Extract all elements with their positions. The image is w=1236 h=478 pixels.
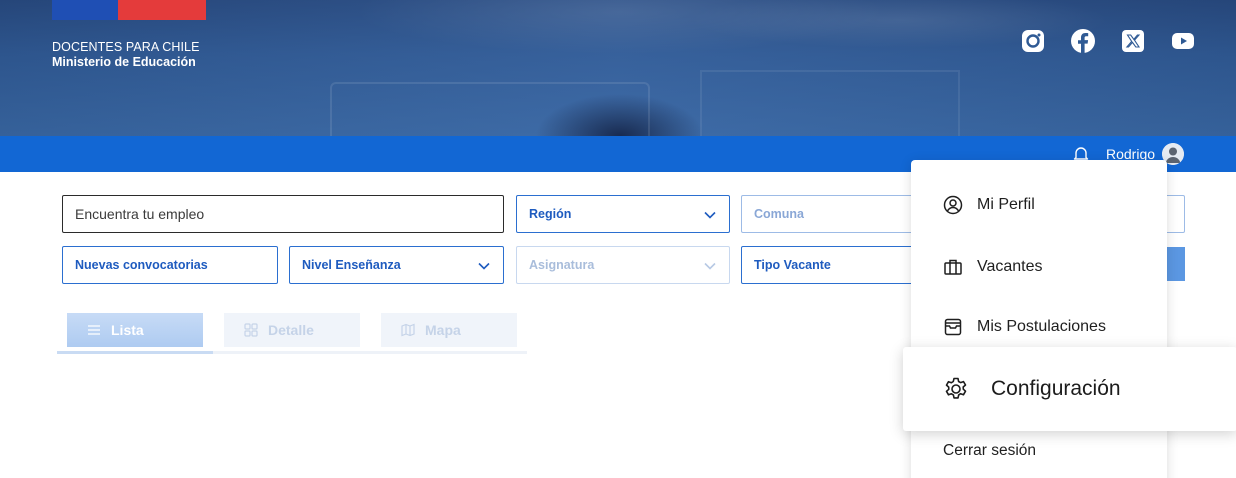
search-input[interactable]: Encuentra tu empleo — [62, 195, 504, 233]
map-icon — [401, 323, 415, 337]
nivel-ensenanza-select[interactable]: Nivel Enseñanza — [289, 246, 504, 284]
region-select[interactable]: Región — [516, 195, 730, 233]
menu-item-mi-perfil[interactable]: Mi Perfil — [911, 190, 1167, 220]
menu-item-configuracion[interactable]: Configuración — [903, 347, 1236, 431]
brand-line1: DOCENTES PARA CHILE — [52, 40, 200, 54]
menu-item-label: Cerrar sesión — [943, 442, 1037, 459]
menu-item-label: Mis Postulaciones — [977, 318, 1106, 335]
nuevas-convocatorias-button[interactable]: Nuevas convocatorias — [62, 246, 278, 284]
tab-lista-label: Lista — [111, 322, 144, 338]
user-circle-icon — [943, 195, 963, 215]
tab-mapa[interactable]: Mapa — [381, 313, 517, 347]
x-icon[interactable] — [1120, 28, 1146, 54]
chevron-down-icon — [478, 262, 490, 270]
facebook-icon[interactable] — [1070, 28, 1096, 54]
nivel-ensenanza-label: Nivel Enseñanza — [302, 258, 401, 272]
tab-detalle[interactable]: Detalle — [224, 313, 360, 347]
nuevas-convocatorias-label: Nuevas convocatorias — [75, 258, 208, 272]
chevron-down-icon — [704, 262, 716, 270]
search-placeholder: Encuentra tu empleo — [75, 206, 205, 222]
menu-item-label: Configuración — [991, 377, 1121, 400]
tipo-vacante-label: Tipo Vacante — [754, 258, 831, 272]
briefcase-icon — [944, 259, 962, 275]
brand-line2: Ministerio de Educación — [52, 55, 196, 69]
menu-item-label: Mi Perfil — [977, 196, 1035, 213]
grid-icon — [244, 323, 258, 337]
asignatura-select[interactable]: Asignatura — [516, 246, 730, 284]
social-links — [1020, 28, 1196, 54]
search-button[interactable] — [1165, 247, 1185, 281]
instagram-icon[interactable] — [1020, 28, 1046, 54]
youtube-icon[interactable] — [1170, 28, 1196, 54]
menu-item-mis-postulaciones[interactable]: Mis Postulaciones — [911, 312, 1167, 342]
asignatura-label: Asignatura — [529, 258, 595, 272]
region-select-label: Región — [529, 207, 572, 221]
page: DOCENTES PARA CHILE Ministerio de Educac… — [0, 0, 1236, 478]
brand-logo[interactable]: DOCENTES PARA CHILE Ministerio de Educac… — [52, 40, 200, 70]
tab-underline — [57, 351, 527, 354]
list-icon — [88, 325, 100, 335]
gear-icon — [945, 377, 967, 399]
header-banner: DOCENTES PARA CHILE Ministerio de Educac… — [0, 0, 1236, 136]
menu-item-vacantes[interactable]: Vacantes — [911, 252, 1167, 282]
chevron-down-icon — [704, 211, 716, 219]
tab-lista[interactable]: Lista — [67, 313, 203, 347]
menu-item-cerrar-sesion[interactable]: Cerrar sesión — [911, 436, 1167, 466]
tab-mapa-label: Mapa — [425, 322, 461, 338]
flag-stripe-red — [118, 0, 206, 20]
menu-item-label: Vacantes — [977, 258, 1043, 275]
flag-stripe-blue — [52, 0, 118, 20]
tab-detalle-label: Detalle — [268, 322, 314, 338]
inbox-icon — [944, 318, 962, 336]
comuna-select-label: Comuna — [754, 207, 804, 221]
